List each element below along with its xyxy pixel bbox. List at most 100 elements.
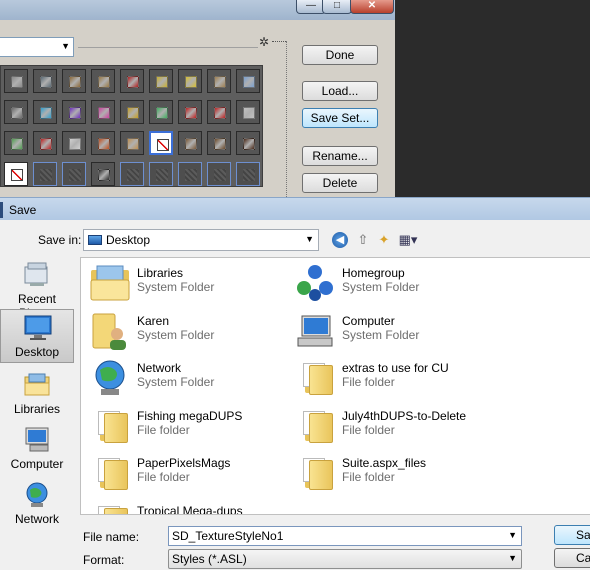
preset-swatch[interactable] xyxy=(207,162,231,186)
preset-swatch-grid[interactable] xyxy=(0,65,263,187)
file-list-item[interactable]: Network System Folder xyxy=(83,355,288,401)
folder-icon xyxy=(294,357,336,399)
preset-swatch[interactable] xyxy=(149,131,173,155)
preset-swatch[interactable] xyxy=(120,131,144,155)
file-list-item[interactable]: Fishing megaDUPS File folder xyxy=(83,403,288,449)
close-button[interactable]: ✕ xyxy=(350,0,394,14)
delete-button[interactable]: Delete xyxy=(302,173,378,193)
preset-swatch[interactable] xyxy=(120,100,144,124)
preset-swatch[interactable] xyxy=(62,162,86,186)
file-type: File folder xyxy=(137,422,190,437)
divider xyxy=(78,47,258,48)
swatch-thumbnail-icon xyxy=(69,107,81,119)
preset-swatch[interactable] xyxy=(4,162,28,186)
place-libraries[interactable]: Libraries xyxy=(0,367,74,421)
preset-swatch[interactable] xyxy=(62,131,86,155)
save-set-button[interactable]: Save Set... xyxy=(302,108,378,128)
swatch-thumbnail-icon xyxy=(127,138,139,150)
dialog-icon xyxy=(0,202,3,218)
file-name: Fishing megaDUPS xyxy=(137,408,243,423)
preset-swatch[interactable] xyxy=(33,100,57,124)
place-network[interactable]: Network xyxy=(0,477,74,531)
preset-swatch[interactable] xyxy=(178,162,202,186)
swatch-thumbnail-icon xyxy=(40,107,52,119)
preset-swatch[interactable] xyxy=(33,69,57,93)
preset-swatch[interactable] xyxy=(120,69,144,93)
place-label: Desktop xyxy=(14,345,60,359)
file-name: extras to use for CU xyxy=(342,361,449,375)
preset-swatch[interactable] xyxy=(33,131,57,155)
preset-manager-window: — □ ✕ ▼ ✲ Done Load... Save Set... Renam… xyxy=(0,0,395,197)
swatch-thumbnail-icon xyxy=(11,76,23,88)
file-list-item[interactable]: PaperPixelsMags File folder xyxy=(83,450,288,496)
preset-swatch[interactable] xyxy=(207,100,231,124)
preset-swatch[interactable] xyxy=(178,100,202,124)
file-list-item[interactable]: July4thDUPS-to-Delete File folder xyxy=(288,403,493,449)
preset-swatch[interactable] xyxy=(149,162,173,186)
place-computer[interactable]: Computer xyxy=(0,422,74,476)
file-list-item[interactable]: Suite.aspx_files File folder xyxy=(288,450,493,496)
preset-swatch[interactable] xyxy=(4,69,28,93)
swatch-thumbnail-icon xyxy=(156,107,168,119)
save-button[interactable]: Save xyxy=(554,525,590,545)
preset-swatch[interactable] xyxy=(91,131,115,155)
swatch-thumbnail-icon xyxy=(98,138,110,150)
load-button[interactable]: Load... xyxy=(302,81,378,101)
preset-swatch[interactable] xyxy=(207,69,231,93)
rename-button[interactable]: Rename... xyxy=(302,146,378,166)
preset-swatch[interactable] xyxy=(33,162,57,186)
recent-places-icon xyxy=(22,261,52,289)
file-type: System Folder xyxy=(342,280,420,294)
new-folder-icon[interactable]: ✦ xyxy=(376,232,392,248)
network-icon xyxy=(22,481,52,509)
swatch-thumbnail-icon xyxy=(156,76,168,88)
format-select[interactable]: Styles (*.ASL) ▼ xyxy=(168,549,522,569)
chevron-down-icon: ▼ xyxy=(61,41,70,51)
preset-swatch[interactable] xyxy=(91,100,115,124)
preset-type-select[interactable]: ▼ xyxy=(0,37,74,57)
place-recent-places[interactable]: Recent Places xyxy=(0,257,74,320)
save-in-select[interactable]: Desktop ▼ xyxy=(83,229,319,251)
preset-swatch[interactable] xyxy=(178,131,202,155)
preset-swatch[interactable] xyxy=(149,69,173,93)
gear-icon[interactable]: ✲ xyxy=(259,35,269,49)
cancel-button[interactable]: Cancel xyxy=(554,548,590,568)
file-name-input[interactable]: SD_TextureStyleNo1 ▼ xyxy=(168,526,522,546)
file-list-item[interactable]: Libraries System Folder xyxy=(83,260,288,306)
swatch-thumbnail-icon xyxy=(69,76,81,88)
up-folder-icon[interactable]: ⇧ xyxy=(355,232,371,248)
preset-swatch[interactable] xyxy=(4,100,28,124)
preset-swatch[interactable] xyxy=(62,100,86,124)
save-in-label: Save in: xyxy=(38,233,82,247)
view-menu-icon[interactable]: ▦▾ xyxy=(397,232,419,248)
file-list-item[interactable]: Computer System Folder xyxy=(288,308,493,354)
preset-swatch[interactable] xyxy=(236,131,260,155)
file-list-item[interactable]: Homegroup System Folder xyxy=(288,260,493,306)
file-list-item[interactable]: Tropical Mega-dupsFile folder xyxy=(83,498,288,514)
swatch-thumbnail-icon xyxy=(11,138,23,150)
preset-swatch[interactable] xyxy=(178,69,202,93)
preset-swatch[interactable] xyxy=(207,131,231,155)
preset-swatch[interactable] xyxy=(236,100,260,124)
done-button[interactable]: Done xyxy=(302,45,378,65)
file-list-item[interactable]: Karen System Folder xyxy=(83,308,288,354)
file-name: Suite.aspx_files xyxy=(342,456,427,470)
file-list[interactable]: Libraries System Folder Homegroup System Fo… xyxy=(80,257,590,515)
swatch-thumbnail-icon xyxy=(69,138,81,150)
file-type: File folder xyxy=(342,375,395,389)
file-name-label: File name: xyxy=(83,530,140,544)
preset-swatch[interactable] xyxy=(149,100,173,124)
preset-swatch[interactable] xyxy=(91,162,115,186)
place-desktop[interactable]: Desktop xyxy=(0,309,74,363)
preset-swatch[interactable] xyxy=(120,162,144,186)
preset-swatch[interactable] xyxy=(91,69,115,93)
back-icon[interactable]: ◀ xyxy=(332,232,348,248)
maximize-button[interactable]: □ xyxy=(322,0,352,14)
swatch-thumbnail-icon xyxy=(40,76,52,88)
preset-swatch[interactable] xyxy=(236,69,260,93)
chevron-down-icon: ▼ xyxy=(508,553,517,563)
preset-swatch[interactable] xyxy=(62,69,86,93)
file-list-item[interactable]: extras to use for CU File folder xyxy=(288,355,493,401)
preset-swatch[interactable] xyxy=(4,131,28,155)
preset-swatch[interactable] xyxy=(236,162,260,186)
